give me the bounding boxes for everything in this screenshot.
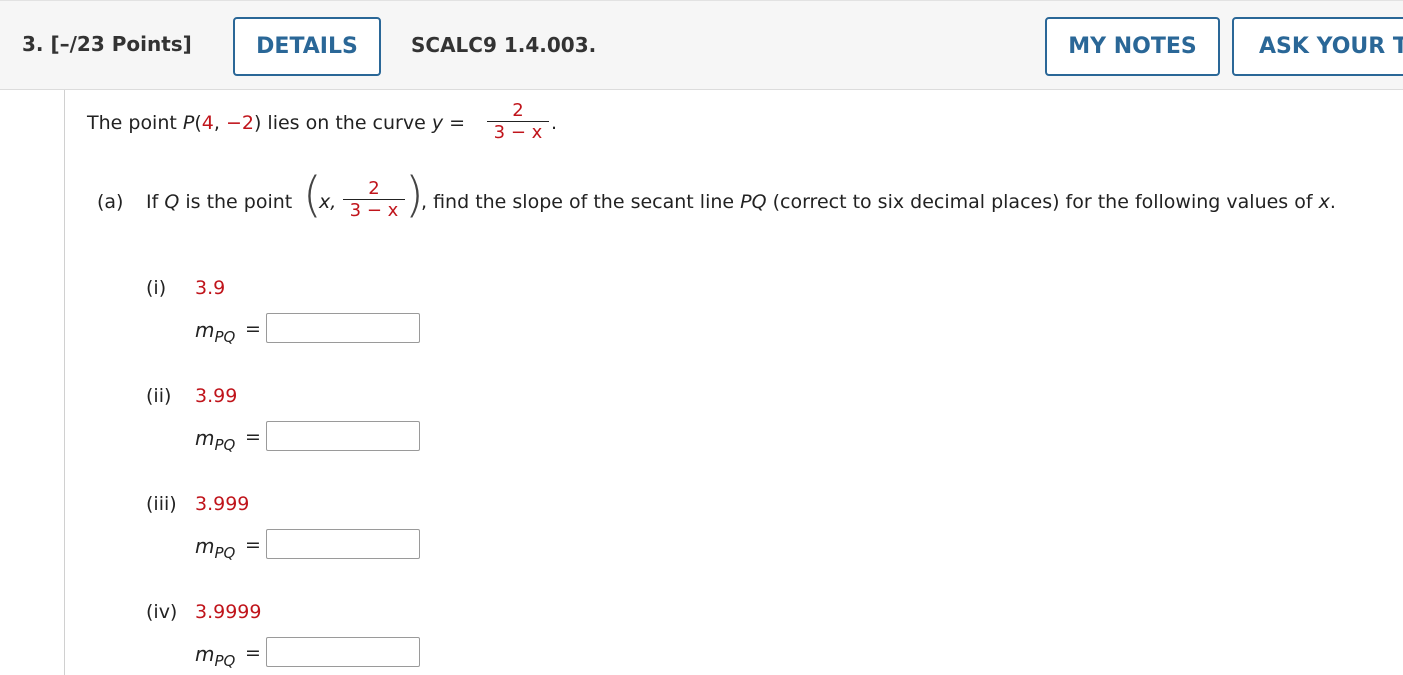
curve-fraction: 2 3 − x — [487, 100, 549, 143]
part-a-text: If Q is the point — [146, 191, 292, 213]
intro-period: . — [551, 112, 558, 134]
pq-subscript: PQ — [214, 652, 236, 670]
x-value: 3.9999 — [195, 601, 262, 623]
pq-subscript: PQ — [214, 544, 236, 562]
x-variable-end: x — [1318, 191, 1330, 213]
p-y-value: −2 — [225, 112, 254, 134]
q-fraction-denominator: 3 − x — [349, 200, 399, 221]
fraction-numerator: 2 — [512, 100, 524, 121]
q-fraction-numerator: 2 — [368, 178, 380, 199]
q-x-variable: x, — [319, 191, 337, 213]
m-symbol: m — [195, 426, 215, 450]
mpq-label: mPQ — [195, 426, 235, 454]
part-a-text4: (correct to six decimal places) for the … — [766, 191, 1319, 213]
subpart-label: (ii) — [146, 385, 172, 407]
subpart-label: (iii) — [146, 493, 177, 515]
content-divider — [64, 90, 65, 675]
part-a-text2: is the point — [179, 191, 293, 213]
m-symbol: m — [195, 642, 215, 666]
part-a-text3: , find the slope of the secant line — [421, 191, 741, 213]
equals-sign: = — [245, 642, 261, 664]
question-points: 3. [–/23 Points] — [22, 32, 192, 56]
fraction-denominator: 3 − x — [493, 122, 543, 143]
intro-mid: lies on the curve — [261, 112, 432, 134]
problem-code: SCALC9 1.4.003. — [411, 33, 597, 57]
intro-prefix: The point — [87, 112, 183, 134]
paren-open: ( — [194, 112, 202, 134]
m-symbol: m — [195, 318, 215, 342]
subpart-label: (iv) — [146, 601, 178, 623]
answer-input-i[interactable] — [266, 313, 420, 343]
intro-text: The point P(4, −2) lies on the curve y = — [87, 112, 465, 134]
p-x-value: 4 — [201, 112, 214, 134]
question-number: 3. — [22, 32, 44, 56]
subpart-label: (i) — [146, 277, 167, 299]
x-value: 3.9 — [195, 277, 226, 299]
my-notes-button[interactable]: MY NOTES — [1045, 17, 1220, 76]
comma: , — [213, 112, 226, 134]
y-variable: y — [431, 112, 444, 134]
pq-subscript: PQ — [214, 436, 236, 454]
point-p: P — [182, 112, 195, 134]
q-fraction: 2 3 − x — [343, 178, 405, 221]
pq-subscript: PQ — [214, 328, 236, 346]
part-a-text1: If — [146, 191, 165, 213]
ask-teacher-button[interactable]: ASK YOUR TE — [1232, 17, 1403, 76]
secant-pq: PQ — [740, 191, 767, 213]
x-value: 3.99 — [195, 385, 238, 407]
mpq-label: mPQ — [195, 318, 235, 346]
equals-sign: = — [245, 534, 261, 556]
equals-sign: = — [443, 112, 466, 134]
m-symbol: m — [195, 534, 215, 558]
equals-sign: = — [245, 318, 261, 340]
part-a-period: . — [1329, 191, 1336, 213]
part-a-text-rest: , find the slope of the secant line PQ (… — [421, 191, 1336, 213]
question-header: 3. [–/23 Points] DETAILS SCALC9 1.4.003.… — [0, 0, 1403, 90]
answer-input-iii[interactable] — [266, 529, 420, 559]
point-q: Q — [164, 191, 180, 213]
answer-input-iv[interactable] — [266, 637, 420, 667]
points-label: [–/23 Points] — [50, 32, 192, 56]
details-button[interactable]: DETAILS — [233, 17, 381, 76]
x-value: 3.999 — [195, 493, 250, 515]
part-a-label: (a) — [97, 191, 124, 213]
equals-sign: = — [245, 426, 261, 448]
answer-input-ii[interactable] — [266, 421, 420, 451]
mpq-label: mPQ — [195, 642, 235, 670]
mpq-label: mPQ — [195, 534, 235, 562]
